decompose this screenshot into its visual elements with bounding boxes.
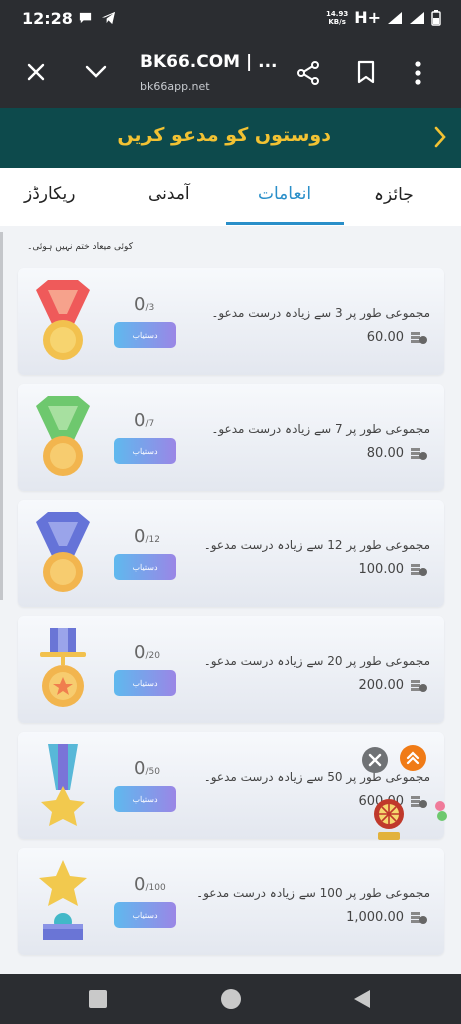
reward-progress: 0/3 [134, 294, 155, 315]
reward-card: 0/100 دستیاب مجموعی طور پر 100 سے زیادہ … [18, 848, 444, 955]
promo-gift-icon[interactable] [432, 800, 448, 826]
reward-condition: مجموعی طور پر 20 سے زیادہ درست مدعو۔ [203, 654, 430, 668]
battery-icon [431, 9, 441, 26]
coin-stack-icon [411, 912, 427, 924]
reward-condition: مجموعی طور پر 50 سے زیادہ درست مدعو۔ [203, 770, 430, 784]
coin-stack-icon [411, 448, 427, 460]
network-type: H+ [354, 8, 381, 27]
reward-card: 0/3 دستیاب مجموعی طور پر 3 سے زیادہ درست… [18, 268, 444, 375]
claim-button[interactable]: دستیاب [114, 438, 176, 464]
reward-progress: 0/50 [134, 758, 160, 779]
red-ribbon-medal-icon [36, 280, 90, 360]
green-ribbon-medal-icon [36, 396, 90, 476]
double-chevron-up-icon [406, 751, 420, 765]
lucky-wheel-icon[interactable] [372, 794, 406, 842]
tab-bar: جائزہ انعامات آمدنی ریکارڈز [0, 168, 461, 226]
status-bar: 12:28 14.93 KB/s H+ [0, 0, 461, 38]
scroll-to-top-button[interactable] [400, 745, 426, 771]
share-icon[interactable] [296, 60, 320, 86]
reward-card: 0/7 دستیاب مجموعی طور پر 7 سے زیادہ درست… [18, 384, 444, 491]
page-title: BK66.COM | ... [140, 52, 278, 72]
coin-stack-icon [411, 680, 427, 692]
reward-progress: 0/7 [134, 410, 155, 431]
star-trophy-icon [39, 860, 87, 940]
reward-amount: 80.00 [366, 446, 404, 461]
reward-condition: مجموعی طور پر 3 سے زیادہ درست مدعو۔ [211, 306, 430, 320]
status-right: 14.93 KB/s H+ [326, 8, 441, 27]
claim-button[interactable]: دستیاب [114, 554, 176, 580]
coin-stack-icon [411, 564, 427, 576]
tab-overview[interactable]: جائزہ [374, 184, 414, 205]
close-icon [368, 753, 382, 767]
star-ribbon-medal-icon [41, 744, 85, 826]
coin-stack-icon [411, 796, 427, 808]
close-icon[interactable] [26, 62, 46, 82]
reward-progress: 0/20 [134, 642, 160, 663]
reward-condition: مجموعی طور پر 12 سے زیادہ درست مدعو۔ [203, 538, 430, 552]
reward-card: 0/20 دستیاب مجموعی طور پر 20 سے زیادہ در… [18, 616, 444, 723]
banner-title: دوستوں کو مدعو کریں [117, 124, 331, 146]
signal-2-icon [410, 11, 424, 24]
page-url: bk66app.net [140, 80, 210, 93]
reward-card: 0/12 دستیاب مجموعی طور پر 12 سے زیادہ در… [18, 500, 444, 607]
coin-stack-icon [411, 332, 427, 344]
reward-amount: 60.00 [366, 330, 404, 345]
signal-icon [388, 11, 402, 24]
chevron-down-icon[interactable] [84, 62, 108, 82]
recents-button[interactable] [89, 990, 107, 1008]
purple-bar-medal-icon [40, 628, 86, 707]
chevron-right-icon[interactable] [433, 126, 447, 148]
expiry-note: کوئی میعاد ختم نہیں ہوئی۔ [27, 242, 133, 252]
bookmark-icon[interactable] [356, 60, 376, 84]
blue-ribbon-medal-icon [36, 512, 90, 592]
network-speed: 14.93 KB/s [326, 9, 349, 26]
claim-button[interactable]: دستیاب [114, 322, 176, 348]
telegram-icon [101, 11, 116, 25]
reward-condition: مجموعی طور پر 100 سے زیادہ درست مدعو۔ [196, 886, 430, 900]
status-time: 12:28 [22, 9, 73, 28]
tab-income[interactable]: آمدنی [148, 184, 190, 204]
reward-condition: مجموعی طور پر 7 سے زیادہ درست مدعو۔ [211, 422, 430, 436]
home-button[interactable] [221, 989, 241, 1009]
reward-progress: 0/100 [134, 874, 166, 895]
reward-amount: 200.00 [358, 678, 405, 693]
close-floating-button[interactable] [362, 747, 388, 773]
claim-button[interactable]: دستیاب [114, 670, 176, 696]
reward-amount: 100.00 [358, 562, 405, 577]
claim-button[interactable]: دستیاب [114, 902, 176, 928]
tab-records[interactable]: ریکارڈز [24, 184, 76, 204]
claim-button[interactable]: دستیاب [114, 786, 176, 812]
reward-amount: 1,000.00 [346, 910, 404, 925]
chat-bubble-icon [79, 12, 92, 24]
tab-rewards[interactable]: انعامات [258, 184, 311, 204]
reward-progress: 0/12 [134, 526, 160, 547]
more-options-icon[interactable] [414, 60, 422, 86]
browser-bar: BK66.COM | ... bk66app.net [0, 38, 461, 108]
invite-banner: دوستوں کو مدعو کریں [0, 108, 461, 168]
back-icon[interactable] [352, 989, 372, 1009]
active-tab-indicator [226, 222, 344, 225]
scrollbar[interactable] [0, 232, 3, 600]
system-nav-bar [0, 974, 461, 1024]
notification-icons [78, 10, 116, 25]
